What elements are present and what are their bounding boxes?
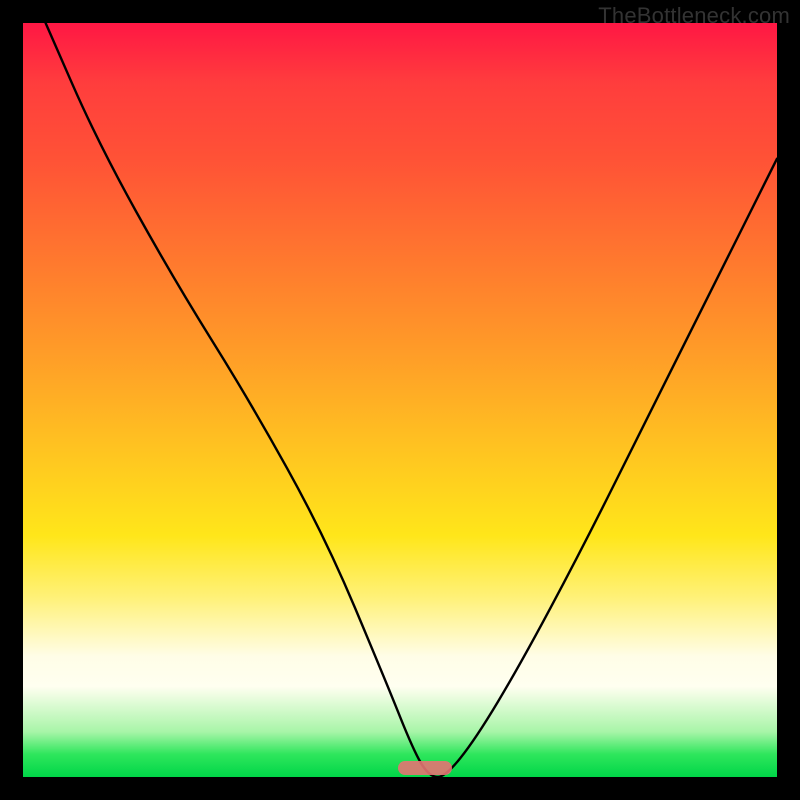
curve-path (46, 23, 777, 777)
bottleneck-curve (23, 23, 777, 777)
watermark-text: TheBottleneck.com (598, 3, 790, 29)
optimal-range-marker (398, 761, 452, 775)
plot-area (23, 23, 777, 777)
chart-frame: TheBottleneck.com (0, 0, 800, 800)
